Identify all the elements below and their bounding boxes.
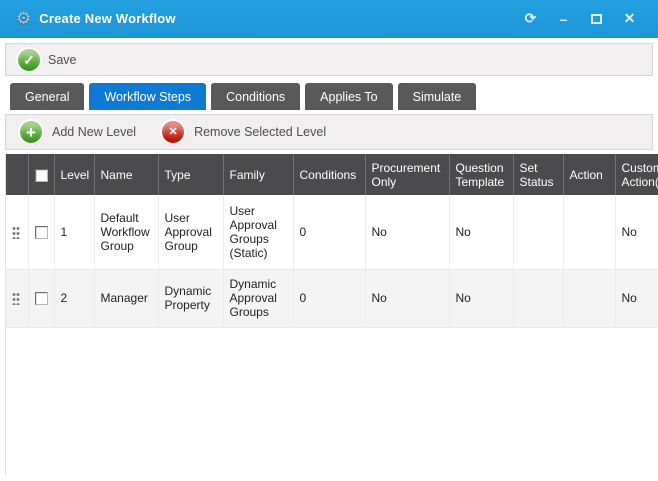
remove-x-icon[interactable]: ✕: [162, 121, 184, 143]
refresh-icon[interactable]: ⟳: [514, 6, 547, 32]
cell-custom-actions: No: [615, 269, 658, 327]
maximize-icon[interactable]: [580, 6, 613, 32]
col-header-level[interactable]: Level: [54, 154, 94, 195]
table-row: 2 Manager Dynamic Property Dynamic Appro…: [6, 269, 658, 327]
window-title: Create New Workflow: [39, 11, 514, 26]
add-plus-icon[interactable]: +: [20, 121, 42, 143]
tab-workflow-steps[interactable]: Workflow Steps: [89, 83, 206, 110]
gear-icon: ⚙: [16, 10, 31, 27]
col-header-conditions[interactable]: Conditions: [293, 154, 365, 195]
col-header-family[interactable]: Family: [223, 154, 293, 195]
window-controls: ⟳ – ✕: [514, 6, 646, 32]
row-checkbox[interactable]: [35, 292, 48, 305]
remove-selected-level-button[interactable]: Remove Selected Level: [194, 125, 326, 139]
workflow-steps-grid: Level Name Type Family Conditions Procur…: [5, 154, 658, 475]
save-button[interactable]: Save: [48, 53, 77, 67]
cell-level: 1: [54, 195, 94, 269]
minimize-icon[interactable]: –: [547, 6, 580, 32]
row-checkbox[interactable]: [35, 226, 48, 239]
col-header-set-status[interactable]: Set Status: [513, 154, 563, 195]
save-toolbar: ✓ Save: [5, 43, 653, 76]
cell-family: User Approval Groups (Static): [223, 195, 293, 269]
cell-action: [563, 195, 615, 269]
cell-conditions: 0: [293, 195, 365, 269]
cell-custom-actions: No: [615, 195, 658, 269]
add-new-level-button[interactable]: Add New Level: [52, 125, 136, 139]
cell-type: Dynamic Property: [158, 269, 223, 327]
tab-general[interactable]: General: [10, 83, 84, 110]
cell-procurement-only: No: [365, 269, 449, 327]
cell-name: Manager: [94, 269, 158, 327]
save-check-icon[interactable]: ✓: [18, 49, 40, 71]
tab-simulate[interactable]: Simulate: [398, 83, 477, 110]
cell-question-template: No: [449, 195, 513, 269]
col-header-type[interactable]: Type: [158, 154, 223, 195]
col-header-action[interactable]: Action: [563, 154, 615, 195]
grid-header-grip: [6, 154, 28, 195]
cell-set-status: [513, 269, 563, 327]
select-all-checkbox[interactable]: [35, 169, 48, 182]
cell-conditions: 0: [293, 269, 365, 327]
drag-handle-icon[interactable]: [12, 291, 20, 305]
col-header-procurement-only[interactable]: Procurement Only: [365, 154, 449, 195]
tab-applies-to[interactable]: Applies To: [305, 83, 392, 110]
col-header-custom-actions[interactable]: Custom Action(s): [615, 154, 658, 195]
col-header-name[interactable]: Name: [94, 154, 158, 195]
cell-action: [563, 269, 615, 327]
grid-header-row: Level Name Type Family Conditions Procur…: [6, 154, 658, 195]
level-toolbar: + Add New Level ✕ Remove Selected Level: [5, 114, 653, 150]
cell-level: 2: [54, 269, 94, 327]
close-icon[interactable]: ✕: [613, 6, 646, 32]
cell-question-template: No: [449, 269, 513, 327]
drag-handle-icon[interactable]: [12, 225, 20, 239]
tab-conditions[interactable]: Conditions: [211, 83, 300, 110]
cell-name: Default Workflow Group: [94, 195, 158, 269]
cell-type: User Approval Group: [158, 195, 223, 269]
cell-family: Dynamic Approval Groups: [223, 269, 293, 327]
cell-procurement-only: No: [365, 195, 449, 269]
col-header-question-template[interactable]: Question Template: [449, 154, 513, 195]
cell-set-status: [513, 195, 563, 269]
titlebar: ⚙ Create New Workflow ⟳ – ✕: [0, 0, 658, 38]
table-row: 1 Default Workflow Group User Approval G…: [6, 195, 658, 269]
tab-bar: General Workflow Steps Conditions Applie…: [10, 83, 658, 110]
grid-header-checkbox-cell: [28, 154, 54, 195]
